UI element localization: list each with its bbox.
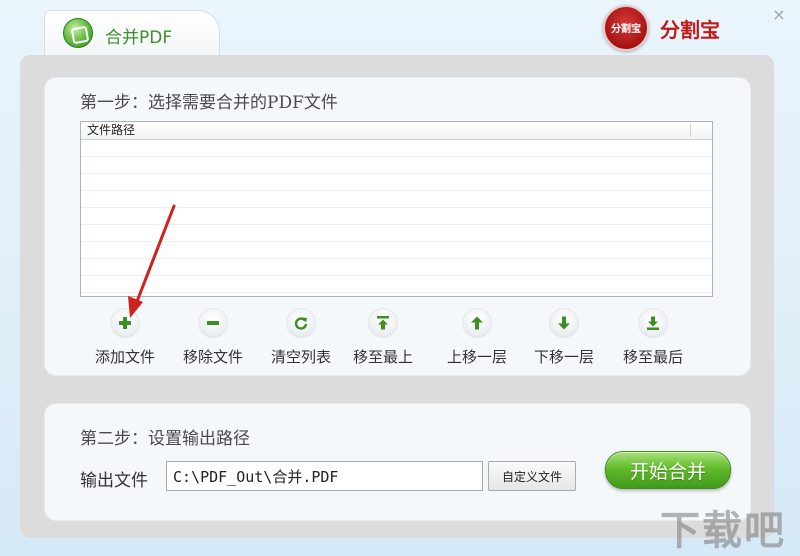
move-down-label: 下移一层 [533, 348, 594, 366]
app-window: 合并PDF 分割宝 分割宝 × 第一步：选择需要合并的PDF文件 文件路径 添加… [0, 0, 800, 556]
step1-title: 第一步：选择需要合并的PDF文件 [80, 93, 338, 113]
tab-merge-pdf[interactable]: 合并PDF [44, 10, 220, 56]
move-top-icon [368, 308, 398, 338]
move-bottom-icon [638, 308, 668, 338]
move-bottom-button[interactable]: 移至最后 [609, 308, 697, 367]
plus-icon [110, 308, 140, 338]
move-top-label: 移至最上 [352, 348, 413, 366]
move-up-button[interactable]: 上移一层 [433, 308, 521, 367]
move-top-button[interactable]: 移至最上 [339, 308, 427, 367]
list-row[interactable] [81, 242, 712, 259]
move-up-label: 上移一层 [446, 348, 507, 366]
add-file-label: 添加文件 [94, 348, 155, 366]
list-row[interactable] [81, 225, 712, 242]
add-file-button[interactable]: 添加文件 [81, 308, 169, 367]
move-down-button[interactable]: 下移一层 [520, 308, 608, 367]
output-path-input[interactable] [166, 461, 483, 491]
brand-logo-text: 分割宝 [611, 24, 641, 35]
watermark-logo: 下载吧 [660, 508, 786, 554]
move-bottom-label: 移至最后 [622, 348, 683, 366]
list-row[interactable] [81, 157, 712, 174]
list-row[interactable] [81, 259, 712, 276]
list-row[interactable] [81, 276, 712, 293]
list-header-file-path[interactable]: 文件路径 [81, 122, 712, 140]
brand-logo: 分割宝 [603, 5, 649, 51]
minus-icon [198, 308, 228, 338]
arrow-down-icon [549, 308, 579, 338]
step2-title: 第二步：设置输出路径 [80, 429, 250, 449]
list-row[interactable] [81, 191, 712, 208]
tab-label: 合并PDF [105, 28, 173, 48]
list-row[interactable] [81, 174, 712, 191]
remove-file-label: 移除文件 [182, 348, 243, 366]
list-row[interactable] [81, 208, 712, 225]
custom-file-button[interactable]: 自定义文件 [488, 461, 576, 491]
refresh-icon [286, 308, 316, 338]
clear-list-label: 清空列表 [270, 348, 331, 366]
start-merge-button[interactable]: 开始合并 [605, 451, 731, 489]
brand-name: 分割宝 [660, 18, 720, 42]
clear-list-button[interactable]: 清空列表 [257, 308, 345, 367]
output-file-label: 输出文件 [80, 471, 148, 491]
pdf-merge-icon [63, 18, 93, 48]
file-list[interactable]: 文件路径 [80, 121, 713, 297]
close-icon[interactable]: × [770, 6, 788, 24]
list-row[interactable] [81, 140, 712, 157]
arrow-up-icon [462, 308, 492, 338]
remove-file-button[interactable]: 移除文件 [169, 308, 257, 367]
